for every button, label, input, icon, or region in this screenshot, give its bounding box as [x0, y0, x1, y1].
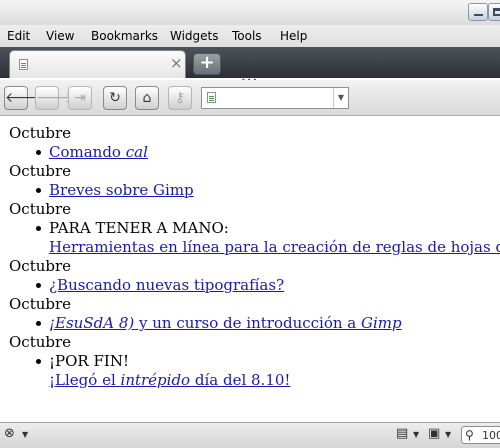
title-bar	[0, 0, 500, 25]
tab-strip: × +	[0, 47, 500, 78]
chevron-down-icon[interactable]: ▼	[445, 430, 451, 439]
file-icon[interactable]: ▤	[396, 426, 408, 441]
zoom-field[interactable]: ⚲ 100	[461, 426, 500, 444]
chevron-down-icon[interactable]: ▼	[22, 430, 28, 439]
list-bullet	[36, 188, 41, 193]
chevron-down-icon[interactable]: ▼	[333, 88, 348, 108]
menu-tools[interactable]: Tools	[232, 29, 262, 43]
menu-help[interactable]: Help	[280, 29, 307, 43]
status-bar: ⊗ ▼ ▤ ▼ ▣ ▼ ⚲ 100	[0, 422, 500, 448]
list-item-text: PARA TENER A MANO:	[49, 219, 229, 237]
post-link[interactable]: Herramientas en línea para la creación d…	[49, 238, 500, 256]
back-icon[interactable]: 🡐	[4, 86, 43, 110]
list-bullet	[36, 150, 41, 155]
post-link[interactable]: ¿Buscando nuevas tipografías?	[49, 276, 284, 294]
month-heading: Octubre	[9, 200, 72, 218]
maximize-button[interactable]	[488, 3, 500, 21]
url-input[interactable]	[222, 90, 332, 106]
post-link[interactable]: Comando cal	[49, 143, 148, 161]
month-heading: Octubre	[9, 124, 72, 142]
month-heading: Octubre	[9, 162, 72, 180]
minimize-button[interactable]	[468, 3, 488, 21]
list-bullet	[36, 226, 41, 231]
list-item: ¡Llegó el intrépido día del 8.10!	[49, 371, 290, 389]
list-bullet	[36, 359, 41, 364]
list-bullet	[36, 321, 41, 326]
list-item: Comando cal	[49, 143, 148, 161]
page-content: Octubre Comando cal Octubre Breves sobre…	[0, 116, 500, 422]
post-link[interactable]: ¡EsuSdA 8) y un curso de introducción a …	[49, 314, 402, 332]
list-bullet	[36, 283, 41, 288]
list-item: ¿Buscando nuevas tipografías?	[49, 276, 284, 294]
fastforward-icon[interactable]: ⇥	[68, 86, 92, 110]
post-link[interactable]: ¡Llegó el intrépido día del 8.10!	[49, 371, 290, 389]
menu-widgets[interactable]: Widgets	[170, 29, 219, 43]
new-tab-button[interactable]: +	[193, 53, 221, 75]
list-item: Breves sobre Gimp	[49, 181, 194, 199]
navigation-toolbar: 🡐 🡒 ⇥ ↻ ⌂ ⚷ ▼	[0, 80, 500, 116]
list-item: ¡EsuSdA 8) y un curso de introducción a …	[49, 314, 402, 332]
month-heading: Octubre	[9, 333, 72, 351]
wand-icon[interactable]: ⚷	[168, 86, 192, 110]
menu-edit[interactable]: Edit	[7, 29, 30, 43]
chevron-down-icon[interactable]: ▼	[413, 430, 419, 439]
zoom-value: 100	[482, 429, 500, 442]
home-icon[interactable]: ⌂	[135, 86, 159, 110]
list-item-text: ¡POR FIN!	[49, 352, 129, 370]
menu-bookmarks[interactable]: Bookmarks	[91, 29, 158, 43]
forward-icon[interactable]: 🡒	[35, 86, 74, 110]
search-icon: ⚲	[465, 428, 474, 442]
post-link[interactable]: Breves sobre Gimp	[49, 181, 194, 199]
image-icon[interactable]: ▣	[428, 426, 440, 441]
reload-icon[interactable]: ↻	[103, 86, 127, 110]
stop-icon[interactable]: ⊗	[4, 426, 15, 441]
address-bar[interactable]: ▼	[201, 87, 349, 109]
menu-view[interactable]: View	[46, 29, 74, 43]
tab-current[interactable]: ×	[9, 50, 186, 78]
page-icon	[207, 92, 216, 103]
tab-close-icon[interactable]: ×	[170, 54, 183, 72]
list-item: Herramientas en línea para la creación d…	[49, 238, 500, 256]
month-heading: Octubre	[9, 295, 72, 313]
month-heading: Octubre	[9, 257, 72, 275]
menu-bar: Edit View Bookmarks Widgets Tools Help	[0, 25, 500, 47]
page-icon	[19, 59, 28, 70]
